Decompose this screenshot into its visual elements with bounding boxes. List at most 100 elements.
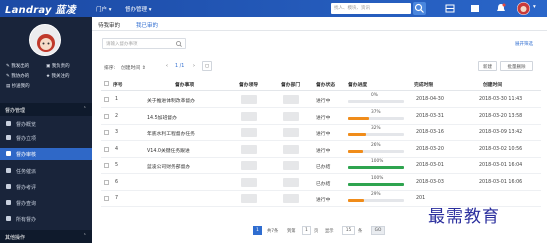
row-checkbox[interactable]	[104, 97, 109, 102]
sidebar-item-all[interactable]: 所有督办	[0, 213, 92, 225]
sidebar-item-label: 督办查询	[16, 201, 37, 207]
row-progress-fill	[348, 199, 365, 202]
expand-filter-link[interactable]: 展开筛选	[515, 41, 533, 47]
sidebar-section-label: 督办管理	[5, 108, 26, 114]
sidebar-item-overview[interactable]: 督办概览	[0, 118, 92, 130]
row-created: 2018-03-09 13:42	[479, 130, 523, 135]
row-checkbox[interactable]	[104, 196, 109, 201]
grid-icon[interactable]	[444, 3, 456, 14]
avatar[interactable]	[29, 24, 61, 56]
row-created: 2018-03-30 11:43	[479, 97, 523, 102]
pager-size-input[interactable]: 15	[342, 226, 355, 235]
sort-select[interactable]: 创建时间 ⇕	[121, 64, 146, 71]
table-row[interactable]: 6 已办结 100% 2018-03-03 2018-03-01 16:06	[101, 175, 541, 191]
row-checkbox[interactable]	[104, 113, 109, 119]
row-title[interactable]: 蓝凌公司财务部督办	[147, 163, 190, 170]
brand-logo[interactable]: Landray 蓝凌	[5, 1, 76, 16]
row-checkbox[interactable]	[104, 146, 109, 152]
table-row[interactable]: 2 14.5加班督办 进行中 37% 2018-03-31 2018-03-20 13:5…	[101, 109, 541, 125]
row-leader-redacted	[241, 194, 257, 203]
row-title[interactable]: 关于推进体制改革督办	[147, 97, 195, 104]
page-prev-icon[interactable]: ‹	[166, 64, 168, 69]
new-button[interactable]: 新建	[478, 61, 497, 71]
table-row[interactable]: 1 关于推进体制改革督办 进行中 0% 2018-04-30 2018-03-30 11:…	[101, 92, 541, 108]
pager-current-page[interactable]: 1	[253, 226, 262, 235]
bell-icon[interactable]	[495, 3, 507, 14]
row-progress-label: 32%	[371, 126, 381, 131]
row-no: 3	[115, 130, 119, 135]
sidebar-item-create[interactable]: 督办立项	[0, 132, 92, 144]
quick-assist-label: 我协办的	[11, 74, 30, 79]
row-progress-label: 26%	[371, 142, 381, 148]
batch-delete-button[interactable]: 批量删除	[500, 61, 533, 71]
row-checkbox[interactable]	[104, 163, 109, 168]
pager-page-input[interactable]: 1	[302, 226, 311, 235]
row-progress-fill	[348, 182, 404, 186]
col-status: 督办状态	[316, 83, 336, 88]
row-progress-label: 37%	[371, 109, 381, 115]
row-title[interactable]: V14.0关键任务跟进	[147, 147, 190, 154]
pager-go-button[interactable]: GO	[371, 226, 385, 235]
sidebar-item-label: 所有督办	[16, 217, 37, 223]
nav-task-management[interactable]: 督办管理 ▾	[125, 5, 152, 13]
tab-bar: 待我审的 我已审的	[92, 17, 547, 31]
row-deadline: 2018-03-01	[416, 163, 444, 168]
pager-page-unit: 页	[314, 229, 319, 234]
search-button[interactable]	[413, 2, 426, 15]
tab-done[interactable]: 我已审的	[136, 21, 158, 29]
col-no: 序号	[113, 83, 123, 88]
pager-total: 共7条	[267, 229, 279, 234]
row-checkbox[interactable]	[104, 179, 109, 185]
sidebar-item-dispatch[interactable]: 任务催派	[0, 165, 92, 177]
sidebar-item-review[interactable]: 督办审核	[0, 148, 92, 160]
row-title[interactable]: 14.5加班督办	[147, 114, 177, 121]
app-icon[interactable]	[469, 3, 481, 14]
row-progress-label: 0%	[371, 93, 378, 98]
row-progress-bar	[348, 166, 404, 169]
search-icon	[414, 3, 424, 13]
chevron-up-icon: ˆ	[83, 107, 87, 113]
page-indicator: 1 /1	[175, 64, 185, 69]
quick-responsible[interactable]: ▣ 我负责的	[46, 63, 70, 69]
search-input[interactable]: 请输入督办事项	[102, 38, 186, 49]
refresh-button[interactable]: ▢	[202, 61, 212, 71]
table-row[interactable]: 4 V14.0关键任务跟进 进行中 26% 2018-03-20 2018-03-02 1…	[101, 142, 541, 158]
quick-cc-label: 抄送我的	[11, 84, 30, 89]
quick-cc[interactable]: ▤ 抄送我的	[6, 83, 30, 89]
overview-icon	[6, 121, 11, 126]
row-deadline: 2018-03-31	[416, 113, 444, 119]
table-row[interactable]: 3 年底水利工程督办任务 进行中 32% 2018-03-16 2018-03-09 13…	[101, 125, 541, 141]
sidebar-item-evaluation[interactable]: 督办考评	[0, 181, 92, 193]
sidebar-item-label: 督办概览	[16, 122, 37, 128]
row-dept-redacted	[283, 177, 299, 187]
page-next-icon[interactable]: ›	[193, 64, 195, 69]
nav-portal[interactable]: 门户 ▾	[96, 5, 112, 13]
user-menu-chevron-icon[interactable]: ▾	[533, 4, 536, 10]
quick-follow[interactable]: ★ 我关注的	[46, 73, 69, 79]
row-title[interactable]: 年底水利工程督办任务	[147, 130, 195, 137]
quick-sent[interactable]: ✎ 我发出的	[6, 63, 29, 69]
sidebar-section-task-management[interactable]: 督办管理 ˆ	[0, 103, 92, 116]
row-progress-bar	[348, 182, 404, 186]
row-leader-redacted	[241, 161, 257, 170]
quick-assist[interactable]: ✎ 我协办的	[6, 73, 29, 79]
global-search-input[interactable]: 找人、模块、资讯	[331, 3, 411, 14]
row-dept-redacted	[283, 128, 299, 137]
user-avatar-icon[interactable]	[517, 2, 530, 15]
sidebar-item-query[interactable]: 督办查询	[0, 197, 92, 209]
row-progress-label: 100%	[371, 159, 384, 164]
row-dept-redacted	[283, 144, 299, 154]
sidebar-item-label: 任务催派	[16, 169, 37, 175]
row-status: 进行中	[316, 99, 331, 104]
sidebar-section-other[interactable]: 其他操作 ˆ	[0, 230, 92, 243]
all-icon	[6, 216, 11, 221]
row-dept-redacted	[283, 194, 299, 203]
col-progress: 督办进度	[348, 83, 368, 88]
tab-pending[interactable]: 待我审的	[98, 21, 120, 29]
row-leader-redacted	[241, 128, 257, 137]
row-checkbox[interactable]	[104, 130, 109, 135]
row-leader-redacted	[241, 95, 257, 104]
select-all-checkbox[interactable]	[104, 81, 109, 86]
row-status: 进行中	[316, 198, 331, 203]
table-row[interactable]: 5 蓝凌公司财务部督办 已办结 100% 2018-03-01 2018-03-01 16…	[101, 158, 541, 174]
